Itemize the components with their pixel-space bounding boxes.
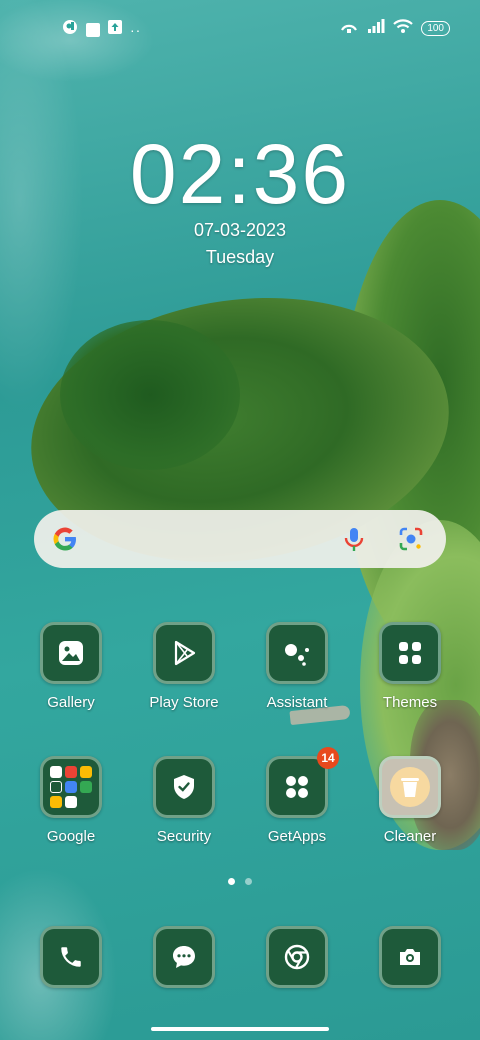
more-dots-icon: ·· — [130, 21, 142, 38]
battery-indicator: 100 — [421, 21, 450, 36]
status-bar: ·· 100 — [0, 16, 480, 40]
security-icon[interactable] — [153, 756, 215, 818]
phone-icon[interactable] — [40, 926, 102, 988]
lens-icon[interactable] — [398, 526, 424, 557]
page-indicator — [0, 878, 480, 885]
notification-badge: 14 — [317, 747, 339, 769]
signal-icon — [367, 18, 385, 39]
app-label: Themes — [382, 694, 438, 711]
app-play-store[interactable]: Play Store — [134, 622, 234, 711]
page-dot-active — [228, 878, 235, 885]
dock-camera[interactable] — [360, 926, 460, 988]
clock-day: Tuesday — [205, 247, 275, 267]
cleaner-icon[interactable] — [379, 756, 441, 818]
google-g-icon — [50, 524, 80, 559]
messages-icon[interactable] — [153, 926, 215, 988]
app-label: Gallery — [47, 694, 95, 711]
gesture-nav-bar[interactable] — [151, 1027, 329, 1031]
dock-messages[interactable] — [134, 926, 234, 988]
app-label: Play Store — [149, 694, 219, 711]
gallery-icon[interactable] — [40, 622, 102, 684]
app-themes[interactable]: Themes — [360, 622, 460, 711]
app-assistant[interactable]: Assistant — [247, 622, 347, 711]
google-folder-icon[interactable] — [40, 756, 102, 818]
google-search-bar[interactable] — [34, 510, 446, 568]
upload-icon — [108, 20, 122, 39]
chrome-icon[interactable] — [266, 926, 328, 988]
app-getapps[interactable]: 14 GetApps — [247, 747, 347, 845]
camera-icon[interactable] — [379, 926, 441, 988]
app-label: Security — [156, 828, 212, 845]
clock-date: 07-03-2023 — [193, 220, 287, 240]
app-label: GetApps — [267, 828, 327, 845]
square-notification-icon — [86, 22, 100, 37]
folder-google[interactable]: Google — [21, 756, 121, 845]
app-gallery[interactable]: Gallery — [21, 622, 121, 711]
app-cleaner[interactable]: Cleaner — [360, 756, 460, 845]
assistant-icon[interactable] — [266, 622, 328, 684]
wifi-icon — [393, 18, 414, 39]
app-label: Cleaner — [383, 828, 437, 845]
hotspot-icon — [339, 18, 359, 39]
dock-chrome[interactable] — [247, 926, 347, 988]
themes-icon[interactable] — [379, 622, 441, 684]
app-notification-icon — [62, 19, 78, 40]
mic-icon[interactable] — [342, 526, 366, 559]
app-security[interactable]: Security — [134, 756, 234, 845]
play-store-icon[interactable] — [153, 622, 215, 684]
dock-phone[interactable] — [21, 926, 121, 988]
app-label: Assistant — [266, 694, 328, 711]
page-dot — [245, 878, 252, 885]
getapps-icon[interactable]: 14 — [266, 747, 339, 818]
clock-time[interactable]: 02:36 — [0, 126, 480, 222]
app-label: Google — [46, 828, 96, 845]
